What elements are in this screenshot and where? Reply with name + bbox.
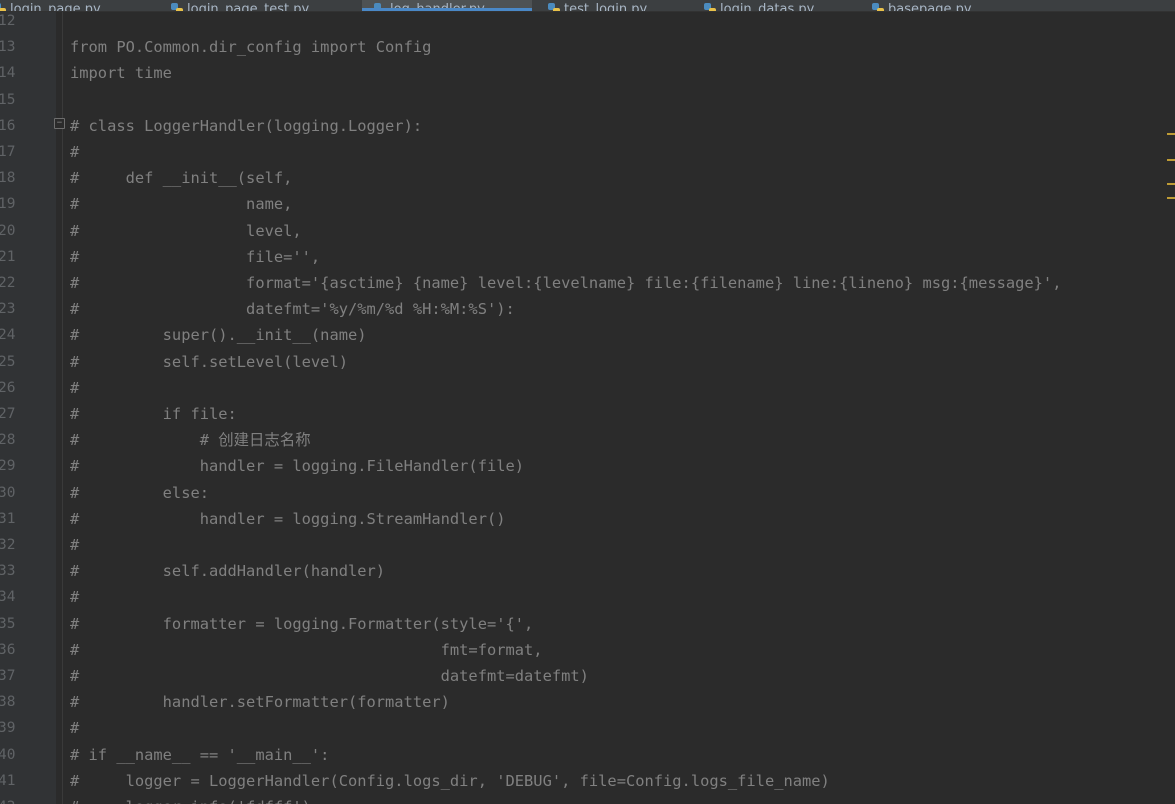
code-text: # if file:	[70, 405, 237, 423]
code-line[interactable]: 34 #	[0, 584, 1175, 610]
code-line[interactable]: 21 # file='',	[0, 244, 1175, 270]
warning-marker[interactable]	[1167, 197, 1175, 199]
code-text: #	[70, 536, 80, 554]
line-number: 16	[0, 117, 16, 134]
code-line[interactable]: 28 # # 创建日志名称	[0, 427, 1175, 453]
code-line[interactable]: 41 # logger = LoggerHandler(Config.logs_d…	[0, 768, 1175, 794]
line-number: 17	[0, 144, 16, 160]
line-number: 25	[0, 353, 16, 370]
code-line[interactable]: 14 import time	[0, 60, 1175, 86]
line-number: 42	[0, 794, 28, 804]
code-text: #	[70, 588, 80, 607]
line-number: 21	[0, 248, 16, 265]
code-line[interactable]: 27 # if file:	[0, 401, 1175, 427]
code-text: # self.addHandler(handler)	[70, 562, 386, 581]
line-number: 30	[0, 484, 16, 501]
line-number: 33	[0, 563, 16, 580]
line-number: 39	[0, 720, 16, 737]
code-text: # else:	[70, 483, 209, 502]
line-number: 27	[0, 406, 16, 422]
code-line[interactable]: 19 # name,	[0, 191, 1175, 217]
code-text: # datefmt=datefmt)	[70, 667, 589, 685]
code-line[interactable]: 40 # if __name__ == '__main__':	[0, 742, 1175, 768]
line-number: 31	[0, 510, 16, 527]
code-line[interactable]: 42 # logger.info('fdfff')	[0, 794, 1175, 804]
code-text: # handler = logging.FileHandler(file)	[70, 457, 525, 476]
code-line[interactable]: 37 # datefmt=datefmt)	[0, 663, 1175, 689]
code-line[interactable]: 20 # level,	[0, 218, 1175, 244]
code-editor[interactable]: − 12 13 from PO.Common.dir_config import C…	[0, 12, 1175, 804]
line-number: 14	[0, 65, 16, 82]
code-line[interactable]: 22 # format='{asctime} {name} level:{leve…	[0, 270, 1175, 296]
code-text: # formatter = logging.Formatter(style='{…	[70, 614, 534, 633]
code-line[interactable]: 18 # def __init__(self,	[0, 165, 1175, 191]
code-text: # level,	[70, 221, 302, 240]
code-text: # def __init__(self,	[70, 169, 293, 188]
code-text: #	[70, 719, 80, 738]
code-text: #	[70, 378, 80, 397]
code-text: # super().__init__(name)	[70, 326, 367, 345]
warning-marker[interactable]	[1167, 133, 1175, 135]
line-number: 35	[0, 615, 16, 632]
line-number: 12	[0, 13, 16, 29]
code-line[interactable]: 36 # fmt=format,	[0, 637, 1175, 663]
code-text: # logger = LoggerHandler(Config.logs_dir…	[70, 771, 830, 790]
code-line[interactable]: 25 # self.setLevel(level)	[0, 349, 1175, 375]
line-number: 22	[0, 275, 16, 291]
code-text: # file='',	[70, 247, 321, 266]
line-number: 36	[0, 641, 16, 658]
ide-window: login_page.py login_page_test.py log_han…	[0, 0, 1175, 804]
code-text: # datefmt='%y/%m/%d %H:%M:%S'):	[70, 300, 515, 319]
warning-marker[interactable]	[1167, 159, 1175, 161]
code-line[interactable]: 23 # datefmt='%y/%m/%d %H:%M:%S'):	[0, 296, 1175, 322]
line-number: 38	[0, 694, 16, 711]
line-number: 28	[0, 432, 16, 449]
code-text: from PO.Common.dir_config import Config	[70, 38, 432, 57]
line-number: 13	[0, 39, 16, 56]
line-number: 29	[0, 458, 16, 475]
code-text: # name,	[70, 195, 293, 214]
code-line[interactable]: 15	[0, 87, 1175, 113]
code-text: # handler.setFormatter(formatter)	[70, 693, 450, 712]
code-line[interactable]: 24 # super().__init__(name)	[0, 322, 1175, 348]
code-line[interactable]: 30 # else:	[0, 480, 1175, 506]
line-number: 34	[0, 589, 16, 606]
line-number: 23	[0, 301, 16, 318]
line-number: 15	[0, 91, 16, 108]
code-text: import time	[70, 64, 172, 83]
code-text: # logger.info('fdfff')	[70, 794, 311, 804]
code-line[interactable]: 33 # self.addHandler(handler)	[0, 558, 1175, 584]
line-number: 32	[0, 537, 16, 553]
code-line[interactable]: 29 # handler = logging.FileHandler(file)	[0, 453, 1175, 479]
line-number: 18	[0, 170, 16, 187]
line-number: 40	[0, 746, 16, 763]
code-text: # fmt=format,	[70, 640, 543, 659]
code-line[interactable]: 12	[0, 8, 1175, 34]
code-line[interactable]: 16 # class LoggerHandler(logging.Logger):	[0, 113, 1175, 139]
code-text: # handler = logging.StreamHandler()	[70, 509, 506, 528]
code-line[interactable]: 31 # handler = logging.StreamHandler()	[0, 506, 1175, 532]
code-text: # format='{asctime} {name} level:{leveln…	[70, 274, 1062, 292]
code-line[interactable]: 38 # handler.setFormatter(formatter)	[0, 689, 1175, 715]
code-line[interactable]: 39 #	[0, 715, 1175, 741]
code-text: # if __name__ == '__main__':	[70, 745, 330, 764]
line-number: 24	[0, 327, 16, 344]
line-number: 26	[0, 379, 16, 396]
code-line[interactable]: 17 #	[0, 139, 1175, 165]
line-number: 20	[0, 222, 16, 239]
line-number: 37	[0, 668, 16, 684]
code-line[interactable]: 35 # formatter = logging.Formatter(style=…	[0, 611, 1175, 637]
code-line[interactable]: 32 #	[0, 532, 1175, 558]
code-text: # # 创建日志名称	[70, 431, 311, 450]
code-text: # self.setLevel(level)	[70, 352, 348, 371]
code-line[interactable]: 26 #	[0, 375, 1175, 401]
warning-marker[interactable]	[1167, 183, 1175, 185]
code-text: #	[70, 143, 80, 161]
line-number: 19	[0, 196, 16, 213]
code-text: # class LoggerHandler(logging.Logger):	[70, 116, 423, 135]
code-line[interactable]: 13 from PO.Common.dir_config import Confi…	[0, 34, 1175, 60]
line-number: 41	[0, 772, 16, 789]
